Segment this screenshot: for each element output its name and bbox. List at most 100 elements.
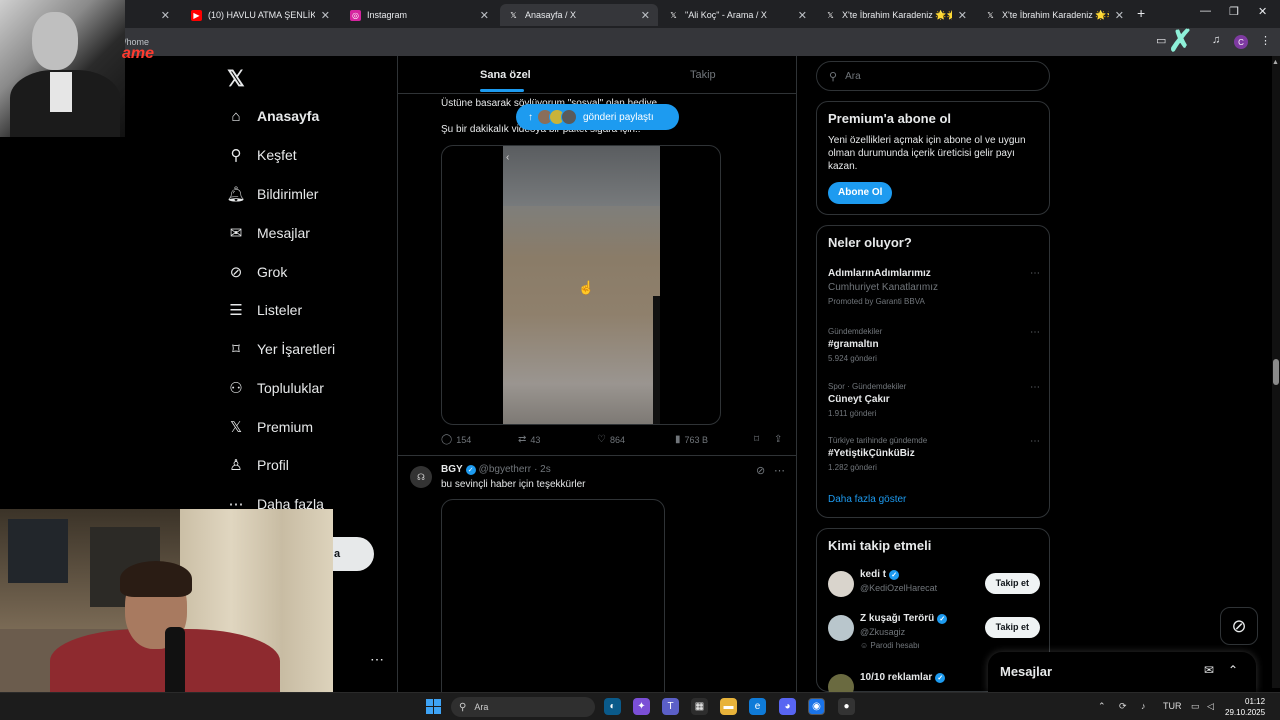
verified-badge-icon: ✓ — [465, 464, 476, 475]
teams-icon[interactable]: T — [662, 698, 679, 715]
microphone-icon[interactable]: ♪ — [1141, 701, 1146, 711]
suggestion-name[interactable]: Z kuşağı Terörü ✓ — [860, 613, 948, 624]
tab-close-icon[interactable]: ✕ — [958, 9, 967, 22]
tab-close-icon[interactable]: ✕ — [161, 9, 170, 22]
share-button[interactable]: ⇪ — [774, 434, 786, 445]
sync-icon[interactable]: ⟳ — [1119, 701, 1127, 712]
nav-item-grok[interactable]: ⊘ Grok — [227, 257, 288, 287]
tab-close-icon[interactable]: ✕ — [480, 9, 489, 22]
stream-mascot-icon: ✗ — [1168, 25, 1194, 58]
tab-close-icon[interactable]: ✕ — [798, 9, 807, 22]
views-button[interactable]: ▮ 763 B — [675, 434, 708, 445]
like-button[interactable]: ♡ 864 — [597, 434, 625, 445]
retweet-button[interactable]: ⇄ 43 — [518, 434, 540, 445]
scrollbar-thumb[interactable] — [1273, 359, 1279, 385]
more-options-icon[interactable]: ⋯ — [774, 464, 785, 477]
suggestion-name[interactable]: 10/10 reklamlar ✓ — [860, 672, 946, 683]
file-explorer-icon[interactable]: ▬ — [720, 698, 737, 715]
tab-close-icon[interactable]: ✕ — [641, 9, 650, 22]
store-icon[interactable]: ▦ — [691, 698, 708, 715]
nav-item-explore[interactable]: ⚲ Keşfet — [227, 140, 297, 170]
discord-icon[interactable]: ◕ — [779, 698, 796, 715]
browser-tab[interactable]: ▶ (10) HAVLU ATMA ŞENLİKLERİ ✕ — [183, 4, 338, 26]
author-name[interactable]: BGY — [441, 464, 463, 475]
browser-menu-icon[interactable]: ⋮ — [1260, 34, 1271, 47]
browser-tab[interactable]: 𝕏 X'te İbrahim Karadeniz 🌟🌟 # ✕ — [977, 4, 1132, 26]
copilot-icon[interactable]: ◐ — [604, 698, 621, 715]
follow-button[interactable]: Takip et — [984, 617, 1040, 638]
address-bar[interactable]: /home — [0, 28, 1280, 56]
avatar[interactable]: ☊ — [410, 466, 432, 488]
tweet-media[interactable] — [441, 499, 665, 720]
reply-button[interactable]: ◯ 154 — [441, 434, 471, 445]
nav-item-bookmarks[interactable]: ⌑ Yer İşaretleri — [227, 334, 335, 364]
suggestion-name[interactable]: kedi t ✓ — [860, 569, 900, 580]
grok-icon[interactable]: ⊘ — [756, 464, 765, 477]
follow-button[interactable]: Takip et — [984, 573, 1040, 594]
nav-item-profile[interactable]: ♙ Profil — [227, 450, 289, 480]
trend-item[interactable]: Gündemdekiler #gramaltın 5.924 gönderi ⋯ — [828, 327, 1040, 363]
tweet-media[interactable]: ‹ ☝ — [441, 145, 721, 425]
profile-avatar[interactable]: C — [1234, 35, 1248, 49]
new-message-icon[interactable]: ✉ — [1204, 663, 1214, 677]
network-icon[interactable]: ▭ — [1191, 701, 1200, 712]
nav-item-home[interactable]: ⌂ Anasayfa — [227, 101, 319, 131]
language-indicator[interactable]: TUR — [1163, 701, 1182, 711]
minimize-icon[interactable]: — — [1200, 5, 1211, 17]
show-more-link[interactable]: Daha fazla göster — [828, 494, 906, 505]
account-menu-icon[interactable]: ⋯ — [370, 651, 384, 668]
subscribe-button[interactable]: Abone Ol — [828, 182, 893, 204]
edge-icon[interactable]: e — [749, 698, 766, 715]
cast-icon[interactable]: ▭ — [1156, 34, 1166, 47]
trend-item[interactable]: Spor · Gündemdekiler Cüneyt Çakır 1.911 … — [828, 382, 1040, 418]
instagram-icon: ◎ — [350, 9, 361, 21]
nav-item-premium[interactable]: 𝕏 Premium — [227, 412, 313, 442]
more-options-icon[interactable]: ⋯ — [1030, 327, 1040, 338]
follow-suggestion[interactable]: kedi t ✓ @KediOzelHarecat Takip et — [828, 569, 1040, 601]
taskbar-search[interactable]: ⚲ Ara — [451, 697, 595, 717]
ai-app-icon[interactable]: ✦ — [633, 698, 650, 715]
trend-item[interactable]: AdımlarınAdımlarımız Cumhuriyet Kanatlar… — [828, 268, 1040, 306]
maximize-icon[interactable]: ❐ — [1229, 5, 1239, 18]
media-control-icon[interactable]: ♫ — [1212, 34, 1220, 46]
grok-icon: ⊘ — [1231, 615, 1247, 636]
browser-tab-active[interactable]: 𝕏 Anasayfa / X ✕ — [500, 4, 658, 26]
new-posts-pill[interactable]: ↑ gönderi paylaştı — [516, 104, 679, 130]
search-input[interactable]: ⚲ Ara — [816, 61, 1050, 91]
browser-tab[interactable]: ◎ Instagram ✕ — [342, 4, 497, 26]
avatar[interactable] — [828, 571, 854, 597]
browser-tab[interactable]: 𝕏 "Ali Koç" - Arama / X ✕ — [660, 4, 815, 26]
scroll-up-icon[interactable]: ▲ — [1272, 59, 1279, 66]
chevron-left-icon[interactable]: ‹ — [506, 152, 509, 163]
windows-start-icon[interactable] — [426, 699, 441, 714]
tray-overflow-icon[interactable]: ⌃ — [1098, 701, 1106, 712]
bookmark-button[interactable]: ⌑ — [754, 434, 763, 445]
follow-suggestion[interactable]: Z kuşağı Terörü ✓ @Zkusagiz ☺ Parodi hesa… — [828, 613, 1040, 657]
browser-tab[interactable]: 𝕏 X'te İbrahim Karadeniz 🌟🌟 # ✕ — [817, 4, 975, 26]
tweet-author[interactable]: BGY ✓ @bgyetherr · 2s — [441, 464, 551, 475]
nav-item-notifications[interactable]: 🔔︎ Bildirimler — [226, 179, 318, 209]
more-options-icon[interactable]: ⋯ — [1030, 436, 1040, 447]
nav-item-communities[interactable]: ⚇ Topluluklar — [227, 373, 324, 403]
tab-close-icon[interactable]: ✕ — [321, 9, 330, 22]
close-window-icon[interactable]: ✕ — [1258, 5, 1267, 18]
new-tab-icon[interactable]: + — [1137, 5, 1145, 21]
trend-item[interactable]: Türkiye tarihinde gündemde #YetiştikÇünk… — [828, 436, 1040, 472]
tab-for-you[interactable]: Sana özel — [480, 69, 531, 81]
author-handle[interactable]: @bgyetherr — [479, 464, 531, 475]
chrome-icon[interactable]: ◉ — [808, 698, 825, 715]
more-options-icon[interactable]: ⋯ — [1030, 382, 1040, 393]
messages-drawer[interactable]: Mesajlar ✉ ⌃ — [988, 652, 1256, 692]
tab-close-icon[interactable]: ✕ — [1115, 9, 1124, 22]
avatar[interactable] — [828, 615, 854, 641]
nav-item-messages[interactable]: ✉ Mesajlar — [227, 218, 310, 248]
x-logo-icon[interactable]: 𝕏 — [227, 66, 245, 92]
expand-icon[interactable]: ⌃ — [1228, 663, 1238, 677]
obs-icon[interactable]: ● — [838, 698, 855, 715]
tab-following[interactable]: Takip — [690, 69, 716, 81]
grok-float-button[interactable]: ⊘ — [1220, 607, 1258, 645]
volume-icon[interactable]: ◁ — [1207, 701, 1214, 712]
more-options-icon[interactable]: ⋯ — [1030, 268, 1040, 279]
taskbar-clock[interactable]: 01:12 29.10.2025 — [1225, 696, 1265, 718]
nav-item-lists[interactable]: ☰ Listeler — [227, 295, 302, 325]
